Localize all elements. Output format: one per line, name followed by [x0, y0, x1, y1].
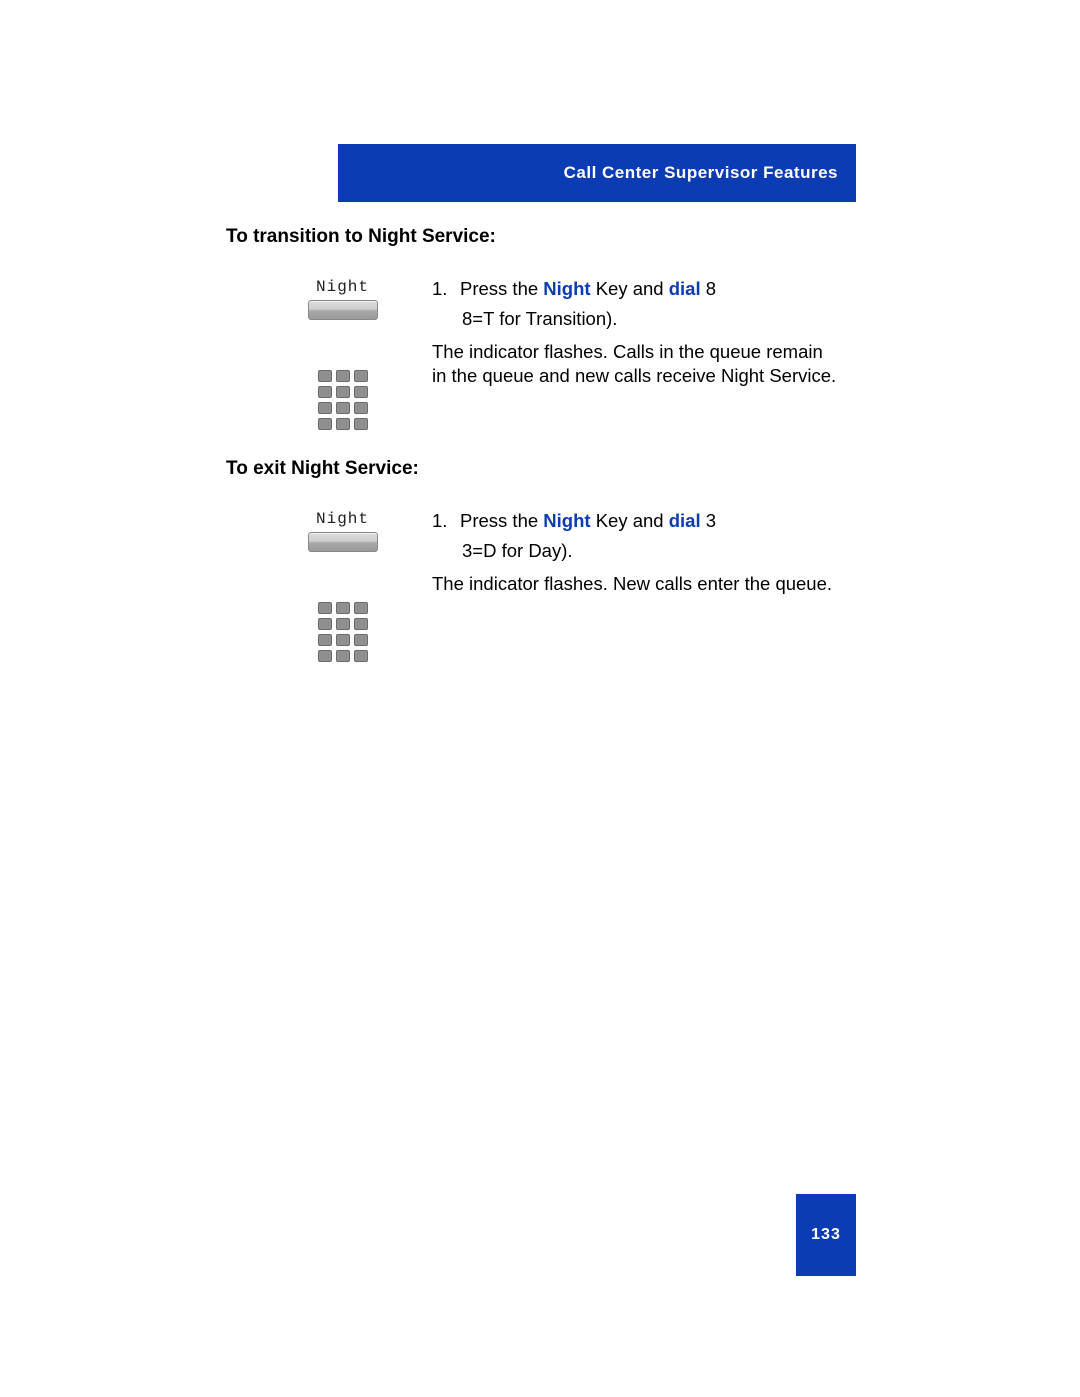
night-keyword-2: Night	[543, 510, 590, 531]
step-block-2: 1.Press the Night Key and dial 3 3=D for…	[432, 509, 837, 596]
dial-keyword: dial	[669, 278, 701, 299]
step-block-1: 1.Press the Night Key and dial 8 8=T for…	[432, 277, 837, 388]
keypad-grid-2	[318, 602, 368, 662]
page-number: 133	[811, 1226, 841, 1244]
step-text-after-2: 3	[701, 510, 716, 531]
night-keyword: Night	[543, 278, 590, 299]
step-text-press-2: Press the	[460, 510, 543, 531]
night-key-illustration-2: Night	[300, 510, 385, 552]
step-description-1: The indicator flashes. Calls in the queu…	[432, 340, 837, 387]
key-label-1: Night	[300, 278, 385, 296]
section-heading-transition: To transition to Night Service:	[226, 226, 496, 248]
key-label-2: Night	[300, 510, 385, 528]
section-heading-exit: To exit Night Service:	[226, 458, 419, 480]
step-subline-2: 3=D for Day).	[462, 539, 837, 563]
step-text-press: Press the	[460, 278, 543, 299]
step-description-2: The indicator flashes. New calls enter t…	[432, 572, 837, 596]
page-number-box: 133	[796, 1194, 856, 1276]
step-number-2: 1.	[432, 509, 460, 533]
keypad-grid	[318, 370, 368, 430]
step-line-2: 1.Press the Night Key and dial 3	[432, 509, 837, 533]
night-key-illustration-1: Night	[300, 278, 385, 320]
step-text-keyand: Key and	[591, 278, 669, 299]
night-key-button-icon	[308, 300, 378, 320]
keypad-icon-2	[300, 602, 385, 662]
step-line-1: 1.Press the Night Key and dial 8	[432, 277, 837, 301]
step-subline-1: 8=T for Transition).	[462, 307, 837, 331]
header-title: Call Center Supervisor Features	[564, 163, 838, 183]
step-text-keyand-2: Key and	[591, 510, 669, 531]
keypad-icon-1	[300, 370, 385, 430]
step-text-after: 8	[701, 278, 716, 299]
dial-keyword-2: dial	[669, 510, 701, 531]
header-banner: Call Center Supervisor Features	[338, 144, 856, 202]
document-page: Call Center Supervisor Features To trans…	[0, 0, 1080, 1397]
step-number: 1.	[432, 277, 460, 301]
night-key-button-icon-2	[308, 532, 378, 552]
